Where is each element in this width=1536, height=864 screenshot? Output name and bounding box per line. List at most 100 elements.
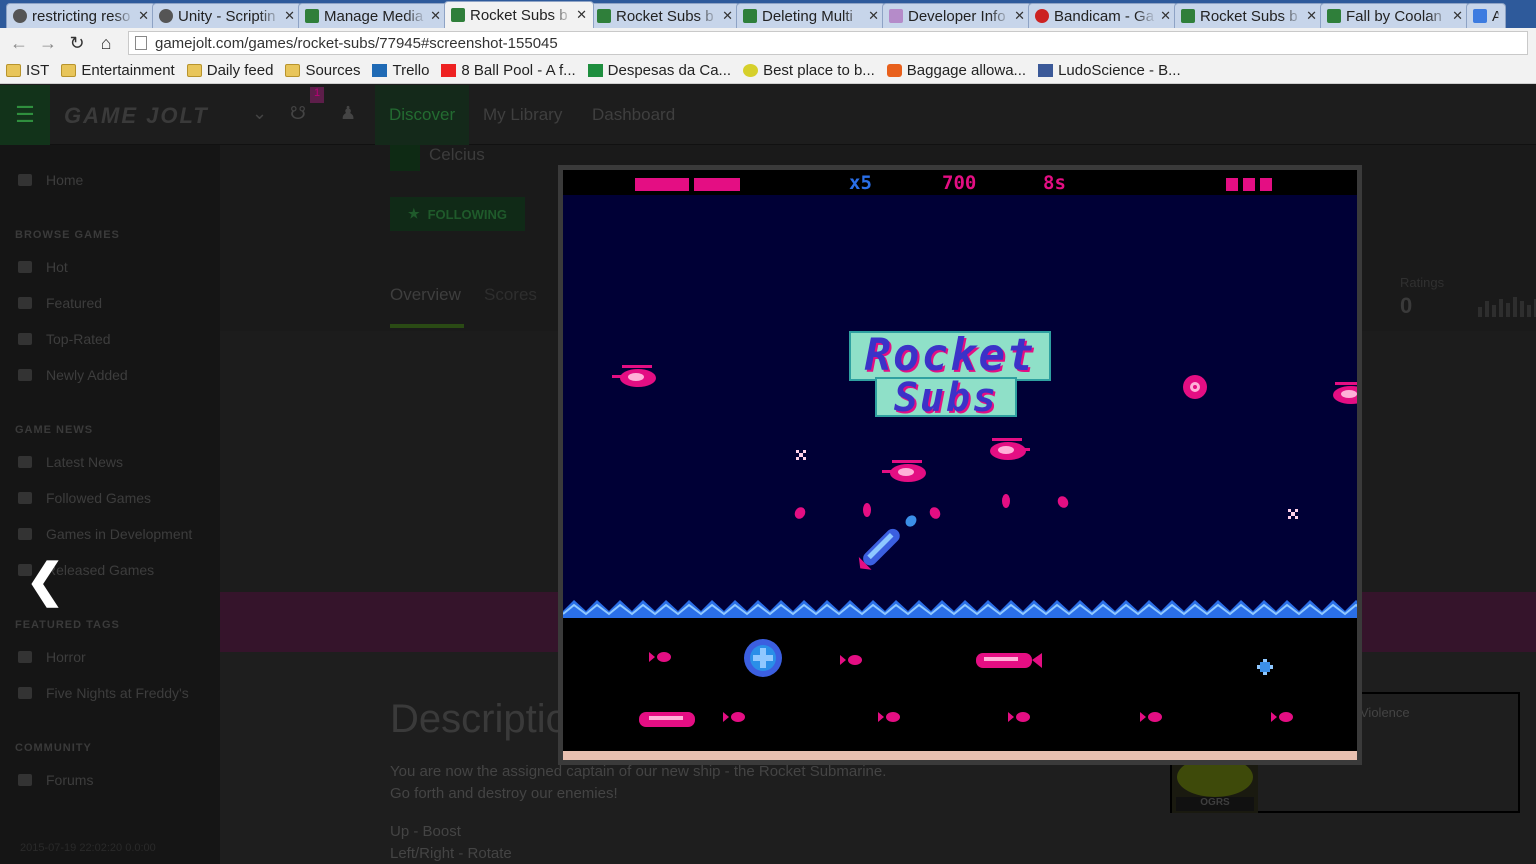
friends-icon[interactable]: ♟ xyxy=(340,103,356,124)
close-tab-icon[interactable]: ✕ xyxy=(1160,8,1171,24)
bookmark-item[interactable]: Sources xyxy=(285,62,360,79)
gamejolt-icon xyxy=(451,8,465,22)
bookmark-item[interactable]: IST xyxy=(6,62,49,79)
gamejolt-logo[interactable]: GAME JOLT xyxy=(64,103,209,129)
sidebar-item-browse[interactable]: Hot xyxy=(18,259,68,275)
megaphone-icon[interactable]: ☋ xyxy=(290,103,306,124)
browser-tab[interactable]: Fall by Coolan ✕ xyxy=(1320,3,1470,28)
nav-dashboard[interactable]: Dashboard xyxy=(578,85,689,145)
mine-sprite xyxy=(1183,375,1207,399)
sidebar-heading: FEATURED TAGS xyxy=(15,619,120,631)
url-text[interactable]: gamejolt.com/games/rocket-subs/77945#scr… xyxy=(155,35,558,52)
controls-line: Up - Boost xyxy=(390,823,461,840)
gear-icon xyxy=(13,9,27,23)
bookmark-item[interactable]: 8 Ball Pool - A f... xyxy=(441,62,576,79)
youtube-icon xyxy=(441,64,457,77)
close-tab-icon[interactable]: ✕ xyxy=(430,8,441,24)
sidebar-item-news-icon xyxy=(18,492,32,504)
sidebar-item-forums[interactable]: Forums xyxy=(18,772,93,788)
sidebar-item-browse[interactable]: Featured xyxy=(18,295,102,311)
player-bullet xyxy=(905,515,917,527)
folder-icon xyxy=(285,64,301,77)
gamejolt-icon xyxy=(305,9,319,23)
sidebar-label: Featured xyxy=(46,295,103,311)
follow-icon: ★ xyxy=(407,206,420,221)
sidebar-heading: COMMUNITY xyxy=(15,742,92,754)
helicopter-sprite xyxy=(882,460,926,482)
sidebar-item-news-icon xyxy=(18,456,32,468)
bookmark-label: LudoScience - B... xyxy=(1058,62,1181,79)
tab-overview[interactable]: Overview xyxy=(390,285,461,305)
smiley-icon xyxy=(743,64,759,77)
bookmark-label: Entertainment xyxy=(81,62,175,79)
bookmark-item[interactable]: Entertainment xyxy=(61,62,175,79)
sidebar-label: Hot xyxy=(46,259,68,275)
bookmark-item[interactable]: Trello xyxy=(372,62,429,79)
sidebar-item-forums-icon xyxy=(18,774,32,786)
tab-title: Rocket Subs b xyxy=(1200,7,1298,25)
bookmark-item[interactable]: Baggage allowa... xyxy=(886,62,1026,79)
browser-tab[interactable]: Rocket Subs b ✕ xyxy=(590,3,740,28)
browser-tab[interactable]: Developer Info ✕ xyxy=(882,3,1032,28)
nav-my-library[interactable]: My Library xyxy=(469,85,576,145)
sidebar-item-tag[interactable]: Horror xyxy=(18,649,86,665)
browser-tab[interactable]: Manage Media ✕ xyxy=(298,3,448,28)
browser-tab[interactable]: Bandicam - Ga ✕ xyxy=(1028,3,1178,28)
following-button[interactable]: ★ FOLLOWING xyxy=(390,197,525,231)
close-tab-icon[interactable]: ✕ xyxy=(722,8,733,24)
close-tab-icon[interactable]: ✕ xyxy=(1306,8,1317,24)
description-line: You are now the assigned captain of our … xyxy=(390,763,887,780)
browser-tab[interactable]: Deleting Multi ✕ xyxy=(736,3,886,28)
gamejolt-icon xyxy=(597,9,611,23)
bookmark-item[interactable]: LudoScience - B... xyxy=(1038,62,1181,79)
sidebar-item-tag[interactable]: Five Nights at Freddy's xyxy=(18,685,189,701)
sidebar-label: Latest News xyxy=(46,454,124,470)
chevron-down-icon[interactable]: ⌄ xyxy=(252,103,267,124)
browser-tab[interactable]: Rocket Subs b ✕ xyxy=(444,1,594,28)
tab-title: A xyxy=(1492,8,1499,25)
address-bar[interactable]: gamejolt.com/games/rocket-subs/77945#scr… xyxy=(128,31,1528,55)
description-line: Go forth and destroy our enemies! xyxy=(390,785,618,802)
developer-name[interactable]: Celcius xyxy=(429,145,485,165)
close-tab-icon[interactable]: ✕ xyxy=(1452,8,1463,24)
menu-icon[interactable]: ☰ xyxy=(0,85,50,145)
sidebar-item-news[interactable]: Games in Development xyxy=(18,526,192,542)
close-tab-icon[interactable]: ✕ xyxy=(1014,8,1025,24)
close-tab-icon[interactable]: ✕ xyxy=(868,8,879,24)
sidebar-item-news[interactable]: Latest News xyxy=(18,454,123,470)
developer-avatar[interactable] xyxy=(390,145,420,171)
close-tab-icon[interactable]: ✕ xyxy=(576,7,587,23)
close-tab-icon[interactable]: ✕ xyxy=(284,8,295,24)
home-button[interactable]: ⌂ xyxy=(93,30,119,56)
browser-tab[interactable]: restricting reso ✕ xyxy=(6,3,156,28)
sidebar-item-browse[interactable]: Newly Added xyxy=(18,367,128,383)
esrb-label: OGRS xyxy=(1176,797,1254,811)
sidebar-item-browse-icon xyxy=(18,333,32,345)
sidebar-item-news[interactable]: Followed Games xyxy=(18,490,151,506)
bookmark-item[interactable]: Despesas da Ca... xyxy=(587,62,731,79)
browser-tab[interactable]: A xyxy=(1466,3,1506,28)
following-label: FOLLOWING xyxy=(427,206,508,222)
browser-tab[interactable]: Rocket Subs b ✕ xyxy=(1174,3,1324,28)
sidebar-item-browse[interactable]: Top-Rated xyxy=(18,331,111,347)
bookmark-label: 8 Ball Pool - A f... xyxy=(461,62,576,79)
bookmark-label: Daily feed xyxy=(206,62,274,79)
sidebar-item-home[interactable]: Home xyxy=(18,172,83,188)
reload-button[interactable]: ↻ xyxy=(64,30,90,56)
browser-tab[interactable]: Unity - Scriptin ✕ xyxy=(152,3,302,28)
folder-icon xyxy=(61,64,77,77)
sidebar-label: Followed Games xyxy=(46,490,152,506)
forward-button[interactable]: → xyxy=(35,30,61,56)
bandicam-icon xyxy=(1035,9,1049,23)
notification-badge[interactable]: 1 xyxy=(310,87,324,103)
tab-title: Manage Media xyxy=(324,7,424,25)
sea-mine-sprite xyxy=(744,639,782,677)
nav-discover[interactable]: Discover xyxy=(375,85,470,145)
bookmark-item[interactable]: Daily feed xyxy=(186,62,274,79)
sidebar-heading: GAME NEWS xyxy=(15,424,94,436)
tab-scores[interactable]: Scores xyxy=(484,285,537,305)
bookmark-item[interactable]: Best place to b... xyxy=(743,62,875,79)
lightbox-prev-arrow[interactable]: ❮ xyxy=(0,550,90,610)
close-tab-icon[interactable]: ✕ xyxy=(138,8,149,24)
back-button[interactable]: ← xyxy=(6,30,32,56)
